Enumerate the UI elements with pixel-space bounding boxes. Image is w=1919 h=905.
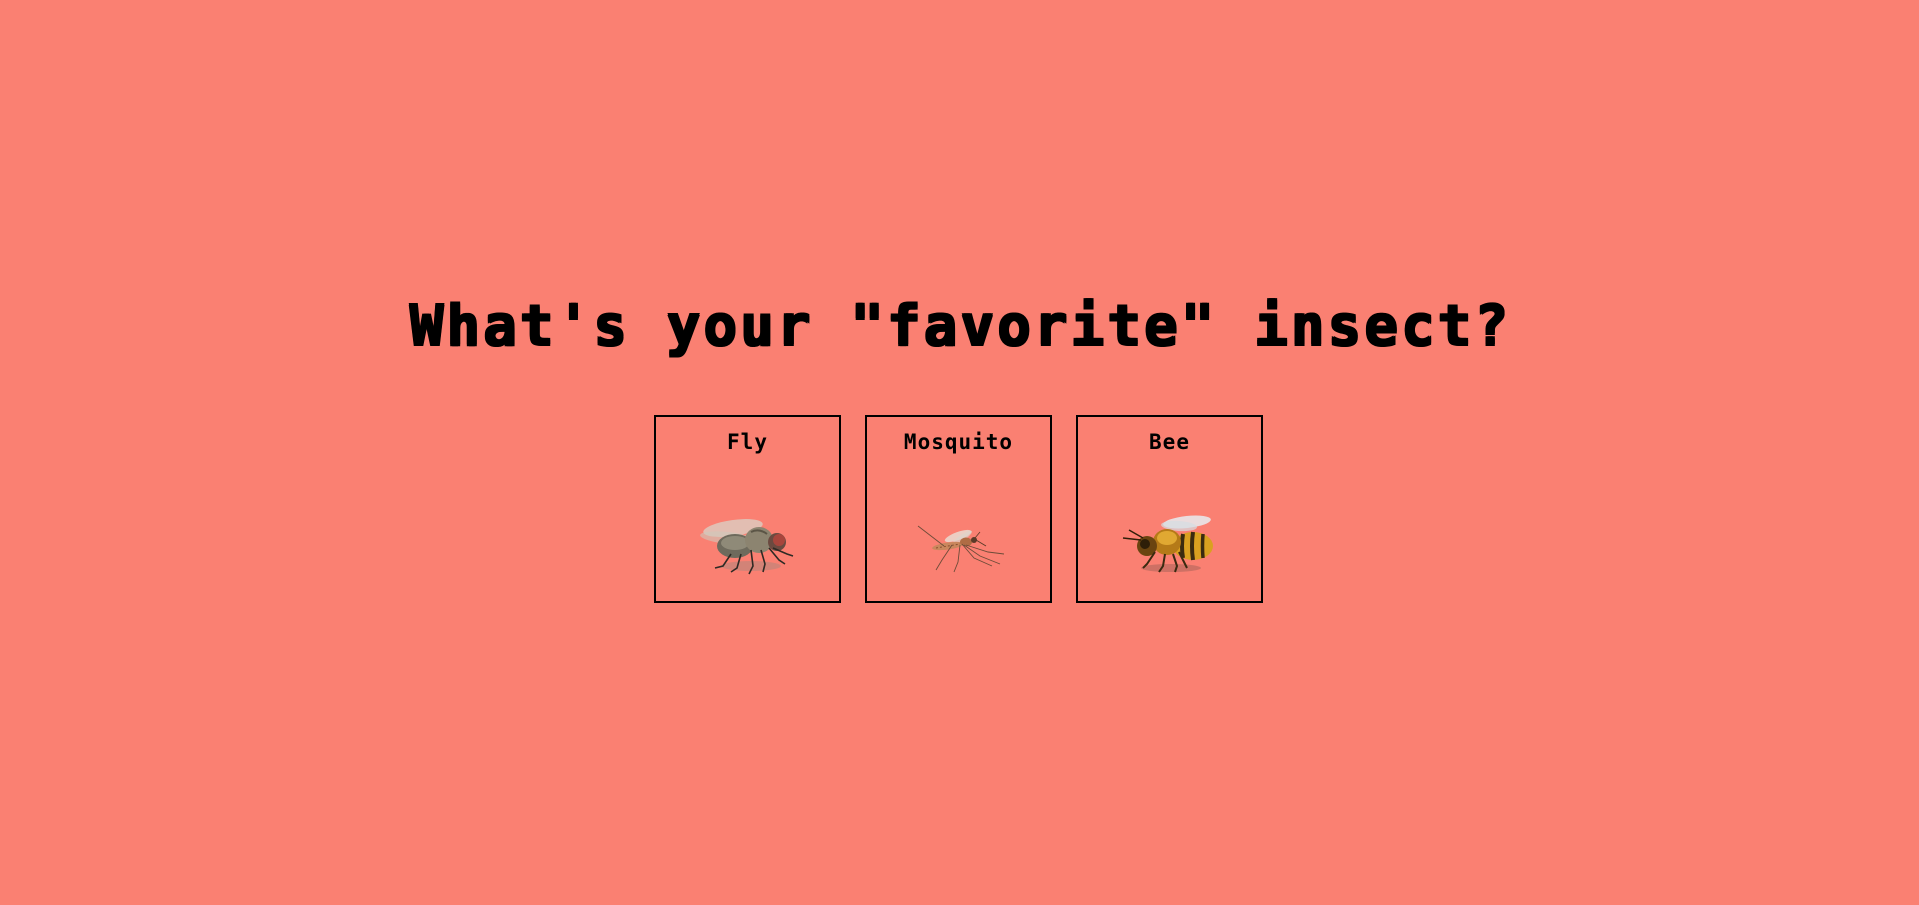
- question-heading: What's your "favorite" insect?: [408, 293, 1511, 358]
- choice-label-mosquito: Mosquito: [903, 430, 1014, 454]
- quiz-page: What's your "favorite" insect? Fly Mosqu…: [0, 0, 1919, 905]
- choice-card-mosquito[interactable]: Mosquito: [865, 415, 1052, 603]
- choice-label-bee: Bee: [1149, 430, 1190, 454]
- choice-label-fly: Fly: [727, 430, 768, 454]
- fly-icon: [656, 503, 839, 583]
- insect-choices: Fly Mosquito Bee: [654, 415, 1263, 603]
- choice-card-fly[interactable]: Fly: [654, 415, 841, 603]
- mosquito-icon: [867, 503, 1050, 583]
- bee-icon: [1078, 503, 1261, 583]
- choice-card-bee[interactable]: Bee: [1076, 415, 1263, 603]
